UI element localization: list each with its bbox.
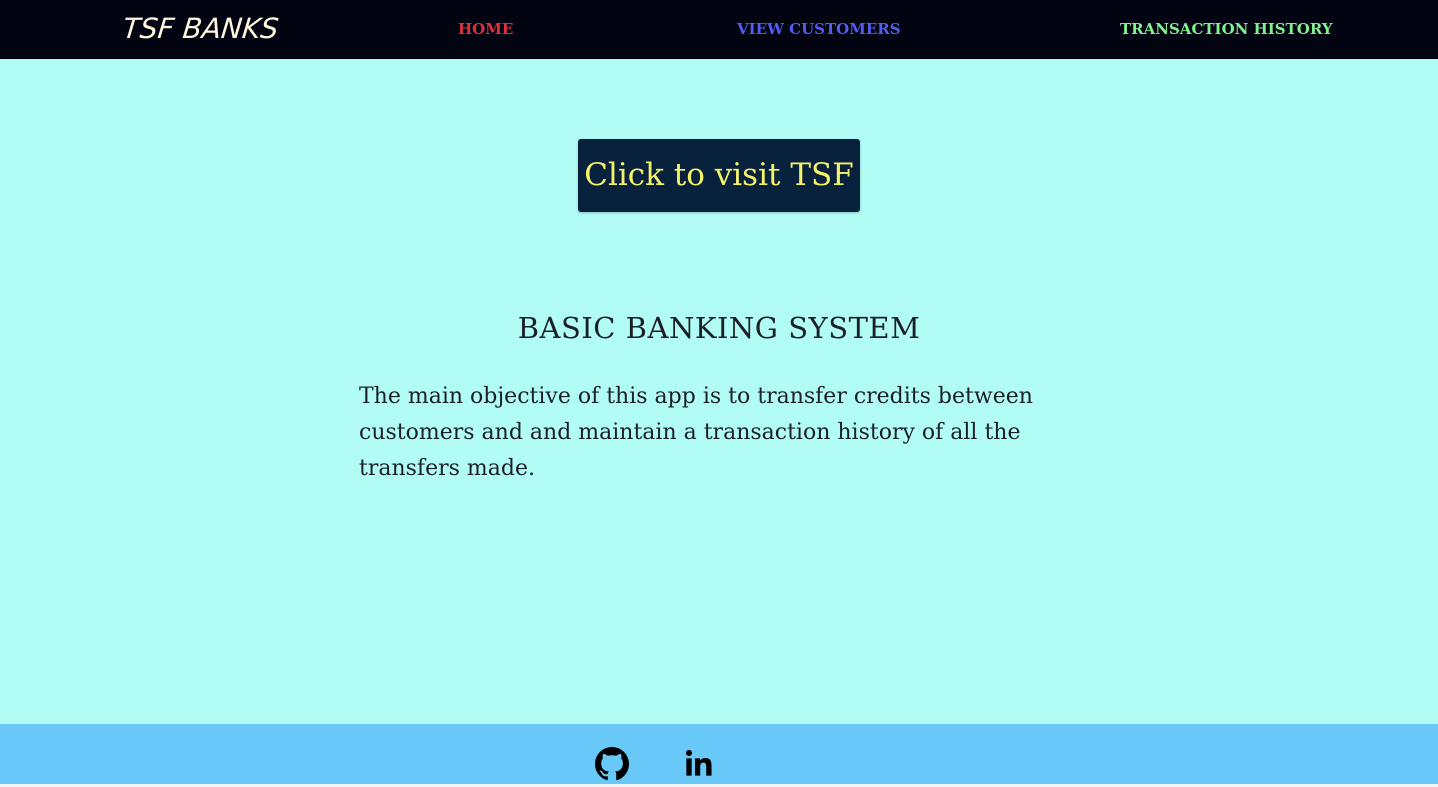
top-navbar: TSF BANKS HOME VIEW CUSTOMERS TRANSACTIO… (0, 0, 1438, 59)
github-link[interactable] (595, 747, 629, 781)
nav-link-home[interactable]: HOME (458, 19, 513, 39)
footer (0, 724, 1438, 784)
page-title: BASIC BANKING SYSTEM (517, 311, 921, 345)
linkedin-link[interactable] (683, 747, 717, 781)
app-description: The main objective of this app is to tra… (359, 384, 1033, 481)
brand-logo-link[interactable]: TSF BANKS (121, 10, 280, 48)
github-icon (595, 747, 629, 781)
nav-link-view-customers[interactable]: VIEW CUSTOMERS (737, 19, 901, 39)
visit-tsf-button[interactable]: Click to visit TSF (578, 139, 860, 212)
linkedin-icon (685, 749, 712, 776)
nav-link-transaction-history[interactable]: TRANSACTION HISTORY (1120, 19, 1333, 39)
